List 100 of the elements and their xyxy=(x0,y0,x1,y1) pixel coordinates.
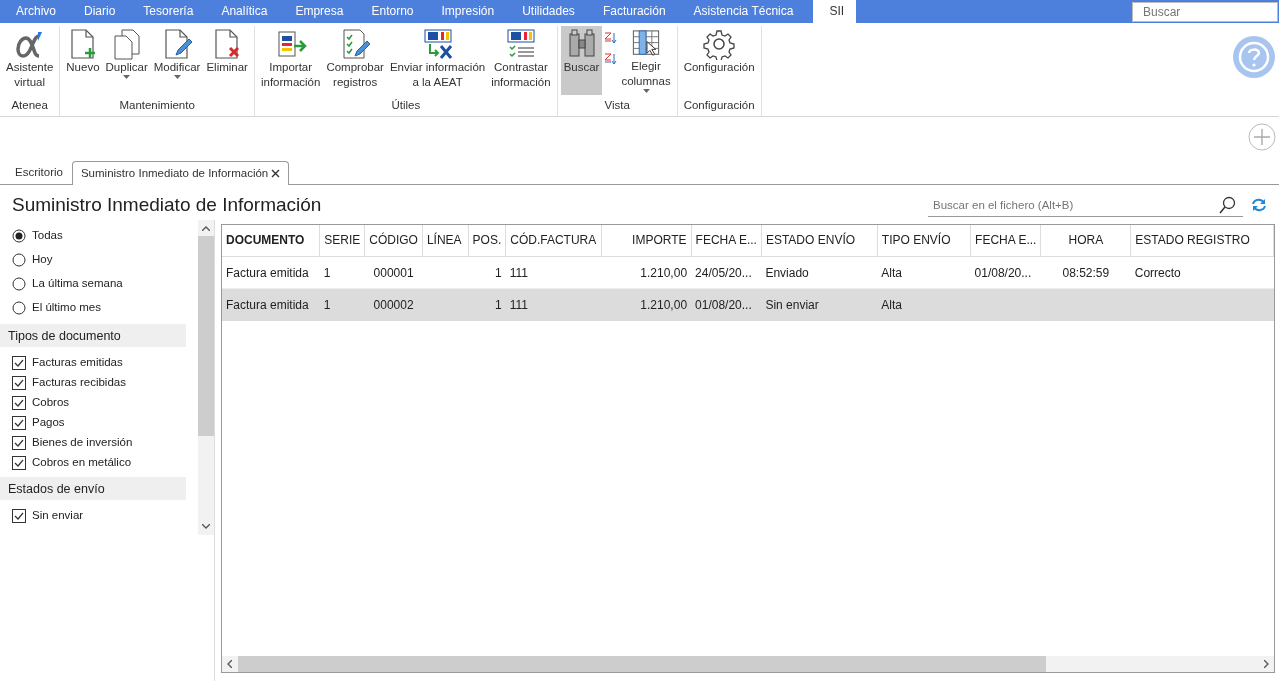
column-header[interactable]: FECHA E... xyxy=(691,224,762,257)
ribbon-button[interactable]: Asistente virtual xyxy=(3,26,57,95)
section-header: Tipos de documento xyxy=(0,323,186,347)
table-cell: 000002 xyxy=(373,297,414,312)
table-cell: 1 xyxy=(323,265,331,280)
column-header[interactable]: POS. xyxy=(468,224,506,257)
group-label: Configuración xyxy=(683,97,755,113)
table-cell: 08:52:59 xyxy=(1062,265,1110,280)
checkbox-label[interactable]: Facturas recibidas xyxy=(32,373,126,392)
ribbon-button[interactable]: Comprobar registros xyxy=(323,26,387,95)
column-header[interactable]: IMPORTE xyxy=(601,224,692,257)
scrollbar[interactable] xyxy=(198,219,214,535)
column-header[interactable]: CÓDIGO xyxy=(364,224,423,257)
table-cell: Alta xyxy=(881,297,902,312)
table-cell: 1 xyxy=(323,297,331,312)
group-label: Vista xyxy=(604,97,630,113)
table-cell: 1 xyxy=(495,297,502,312)
sort-ascending-icon[interactable] xyxy=(603,31,618,45)
table-cell: Factura emitida xyxy=(226,265,309,280)
menu-tab[interactable]: Utilidades xyxy=(506,0,587,23)
ribbon-button[interactable]: Eliminar xyxy=(203,26,251,95)
scroll-left-icon[interactable] xyxy=(227,660,232,668)
radio-button[interactable] xyxy=(12,228,26,243)
menu-tab[interactable]: Archivo xyxy=(0,0,68,23)
table-cell: Alta xyxy=(881,265,902,280)
menu-tab[interactable]: Diario xyxy=(68,0,128,23)
column-header[interactable]: ESTADO ENVÍO xyxy=(761,224,878,257)
checkbox[interactable] xyxy=(12,375,26,390)
list-icon xyxy=(504,28,537,60)
section-header: Estados de envío xyxy=(0,476,186,500)
checkbox[interactable] xyxy=(12,415,26,430)
ribbon-button[interactable]: Buscar xyxy=(560,26,603,95)
menu-tab[interactable]: Empresa xyxy=(279,0,356,23)
column-header[interactable]: ESTADO REGISTRO xyxy=(1130,224,1274,257)
checkbox-label[interactable]: Facturas emitidas xyxy=(32,353,123,372)
table-cell: 01/08/20... xyxy=(695,297,752,312)
radio-label[interactable]: El último mes xyxy=(32,298,102,317)
table-cell: Correcto xyxy=(1134,265,1181,280)
scroll-right-icon[interactable] xyxy=(1264,660,1269,668)
table-cell: 01/08/20... xyxy=(974,265,1032,280)
ribbon-button[interactable]: Elegir columnas xyxy=(618,26,674,95)
sort-descending-icon[interactable] xyxy=(603,52,618,66)
refresh-icon[interactable] xyxy=(1251,197,1267,214)
column-header[interactable]: HORA xyxy=(1040,224,1131,257)
table-cell: 1.210,00 xyxy=(640,265,688,280)
document-tab[interactable]: Suministro Inmediato de Información xyxy=(71,160,290,185)
table-cell: 1.210,00 xyxy=(640,297,688,312)
scroll-down-icon[interactable] xyxy=(202,523,210,529)
checkbox-label[interactable]: Bienes de inversión xyxy=(32,433,133,452)
checkbox[interactable] xyxy=(12,455,26,470)
column-header[interactable]: SERIE xyxy=(319,224,365,257)
checkbox[interactable] xyxy=(12,355,26,370)
menu-tab[interactable]: Asistencia Técnica xyxy=(677,0,806,23)
search-field[interactable]: Buscar xyxy=(1132,1,1278,22)
ribbon-button[interactable]: Modificar xyxy=(150,26,204,95)
radio-button[interactable] xyxy=(12,252,26,267)
table-cell: Sin enviar xyxy=(765,297,819,312)
column-header[interactable]: CÓD.FACTURA xyxy=(505,224,602,257)
table-cell: Enviado xyxy=(765,265,809,280)
table-cell: 111 xyxy=(509,297,528,312)
page-title: Suministro Inmediato de Información xyxy=(12,193,322,217)
radio-button[interactable] xyxy=(12,276,26,291)
table-cell: 24/05/20... xyxy=(695,265,752,280)
radio-label[interactable]: Todas xyxy=(32,226,63,245)
column-header[interactable]: TIPO ENVÍO xyxy=(877,224,971,257)
menu-tab[interactable]: Impresión xyxy=(425,0,507,23)
table-cell: 1 xyxy=(495,265,502,280)
menu-tab[interactable]: Entorno xyxy=(355,0,426,23)
menu-tab[interactable]: Facturación xyxy=(586,0,678,23)
column-header[interactable]: DOCUMENTO xyxy=(222,224,320,257)
group-label: Atenea xyxy=(11,97,48,113)
table-cell: 000001 xyxy=(373,265,414,280)
radio-button[interactable] xyxy=(12,300,26,315)
group-label: Útiles xyxy=(391,97,421,113)
menu-tab[interactable]: Tesorería xyxy=(127,0,206,23)
ribbon-button[interactable]: Duplicar xyxy=(102,26,151,95)
checkbox-label[interactable]: Cobros en metálico xyxy=(32,453,132,472)
send-icon xyxy=(421,28,454,60)
menu-tab[interactable]: Analítica xyxy=(205,0,280,23)
ribbon-button[interactable]: Configuración xyxy=(680,26,758,95)
checkbox[interactable] xyxy=(12,435,26,450)
document-tab[interactable]: Escritorio xyxy=(6,159,72,184)
ribbon-button[interactable]: Nuevo xyxy=(63,26,103,95)
checkbox[interactable] xyxy=(12,395,26,410)
ribbon-button[interactable]: Contrastar información xyxy=(488,26,554,95)
checkbox-label[interactable]: Sin enviar xyxy=(32,506,84,525)
column-header[interactable]: LÍNEA xyxy=(422,224,469,257)
column-header[interactable]: FECHA E... xyxy=(970,224,1041,257)
radio-label[interactable]: La última semana xyxy=(32,274,123,293)
ribbon-button[interactable]: Enviar información a la AEAT xyxy=(386,26,489,95)
close-icon[interactable] xyxy=(271,168,281,178)
scrollbar[interactable] xyxy=(222,656,1274,672)
radio-label[interactable]: Hoy xyxy=(32,250,53,269)
settings-icon xyxy=(703,28,736,60)
scroll-up-icon[interactable] xyxy=(202,225,210,231)
checkbox-label[interactable]: Pagos xyxy=(32,413,65,432)
ribbon-button[interactable]: Importar información xyxy=(257,26,324,95)
checkbox[interactable] xyxy=(12,508,26,523)
menu-tab[interactable]: SII xyxy=(813,0,857,23)
checkbox-label[interactable]: Cobros xyxy=(32,393,70,412)
